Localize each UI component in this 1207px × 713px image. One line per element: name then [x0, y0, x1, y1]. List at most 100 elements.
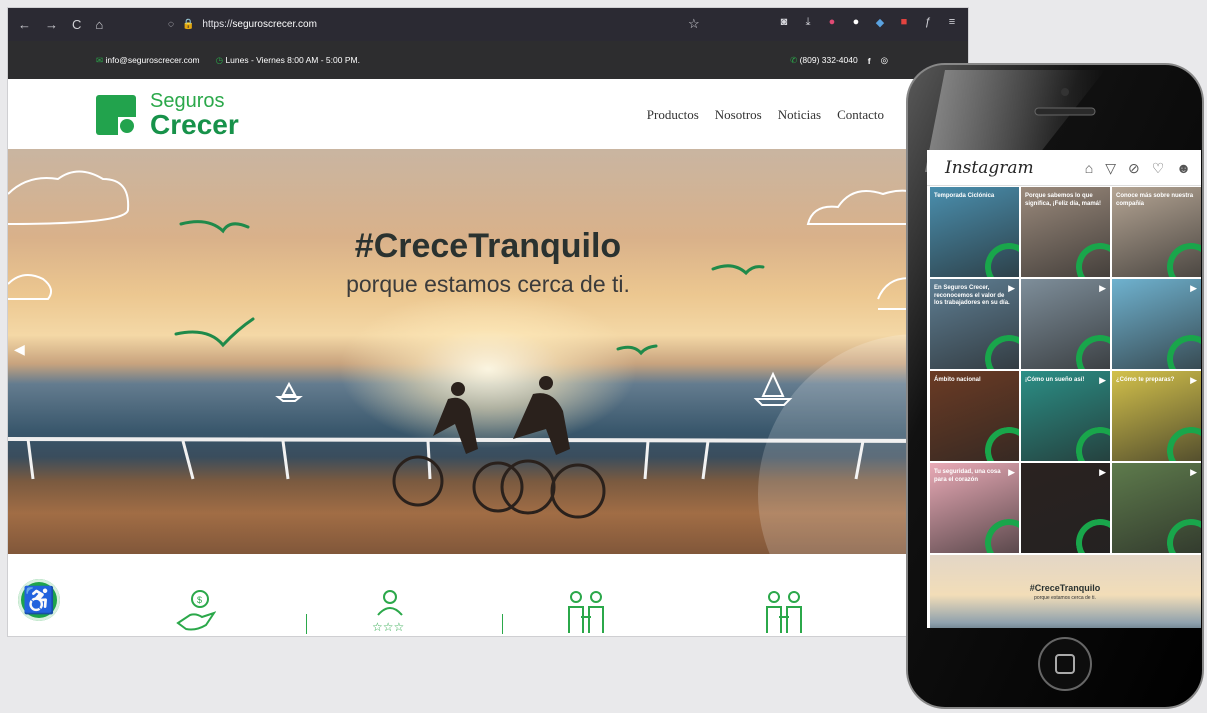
bookmark-star-icon[interactable]: ☆: [688, 16, 700, 32]
home-button-icon: [1038, 637, 1092, 691]
heart-icon[interactable]: ♡: [1152, 160, 1165, 177]
video-play-icon: ▶: [1190, 375, 1197, 385]
instagram-post[interactable]: En Seguros Crecer, reconocemos el valor …: [930, 279, 1019, 369]
contact-topbar: ✉ info@seguroscrecer.com ◷ Lunes - Viern…: [8, 41, 968, 79]
handshake-people-icon: [568, 591, 604, 633]
brand-arc: [981, 331, 1019, 369]
url-bar[interactable]: ◌ 🔒 https://seguroscrecer.com: [168, 14, 718, 35]
info-extension-icon[interactable]: ●: [850, 16, 862, 29]
brand-arc: [1163, 423, 1201, 461]
brand-arc: [981, 239, 1019, 277]
menu-noticias[interactable]: Noticias: [778, 107, 821, 123]
seguros-crecer-logo-icon[interactable]: [96, 95, 136, 135]
post-caption: ¿Cómo te preparas?: [1116, 377, 1175, 383]
wappalyzer-icon[interactable]: ◆: [874, 16, 886, 29]
forward-icon[interactable]: →: [45, 17, 58, 32]
rating-person-icon: ☆☆☆: [372, 590, 404, 634]
extensions-area: ◙ ⤓ ● ● ◆ ■ ƒ ≡: [778, 16, 958, 29]
clock-icon: ◷: [215, 55, 224, 65]
lock-icon: 🔒: [181, 19, 195, 30]
hero-subtitle: porque estamos cerca de ti.: [346, 271, 630, 297]
accessibility-button[interactable]: ♿: [18, 579, 60, 621]
post-caption: Tu seguridad, una cosa para el corazón: [934, 469, 1001, 483]
instagram-icon[interactable]: ◎: [881, 55, 888, 66]
instagram-post[interactable]: Tu seguridad, una cosa para el corazón ▶: [930, 463, 1019, 553]
partners-icon: [766, 591, 802, 633]
color-extension-icon[interactable]: ●: [826, 16, 838, 29]
instagram-post[interactable]: Ámbito nacional: [930, 371, 1019, 461]
menu-icon[interactable]: ≡: [946, 16, 958, 29]
pdf-extension-icon[interactable]: ■: [898, 16, 910, 29]
brand-arc: [981, 515, 1019, 553]
slider-prev-icon[interactable]: ◀: [14, 341, 25, 358]
instagram-post[interactable]: Conoce más sobre nuestra compañía: [1112, 187, 1201, 277]
video-play-icon: ▶: [1190, 467, 1197, 477]
function-extension-icon[interactable]: ƒ: [922, 16, 934, 29]
topbar-hours: Lunes - Viernes 8:00 AM - 5:00 PM.: [225, 55, 360, 65]
hero-illustration: [8, 170, 968, 554]
topbar-phone[interactable]: (809) 332-4040: [800, 55, 858, 65]
featured-subtitle: porque estamos cerca de ti.: [1034, 595, 1096, 601]
post-caption: Ámbito nacional: [934, 377, 981, 383]
phone-camera-icon: [1061, 88, 1069, 96]
brand-arc: [1072, 331, 1110, 369]
send-icon[interactable]: ▽: [1105, 160, 1116, 177]
brand-arc: [1072, 515, 1110, 553]
brand-arc: [1072, 423, 1110, 461]
post-caption: ¡Cómo un sueño así!: [1025, 377, 1085, 383]
topbar-email[interactable]: info@seguroscrecer.com: [106, 55, 200, 65]
svg-text:☆☆☆: ☆☆☆: [372, 620, 404, 634]
phone-speaker: [1034, 107, 1096, 116]
video-play-icon: ▶: [1008, 467, 1015, 477]
brand-arc: [981, 423, 1019, 461]
video-play-icon: ▶: [1008, 283, 1015, 293]
main-menu: Productos Nosotros Noticias Contacto: [647, 107, 884, 123]
brand-arc: [1163, 239, 1201, 277]
instagram-post[interactable]: ▶: [1112, 463, 1201, 553]
featured-title: #CreceTranquilo: [1029, 583, 1101, 593]
video-play-icon: ▶: [1099, 375, 1106, 385]
instagram-post-featured[interactable]: #CreceTranquilo porque estamos cerca de t…: [930, 555, 1201, 628]
cyclists: [433, 376, 570, 455]
feature-divider: [306, 614, 307, 634]
mail-icon: ✉: [96, 55, 104, 65]
brand-arc: [1072, 239, 1110, 277]
instagram-nav-icons: ⌂ ▽ ⊘ ♡ ☻: [1085, 160, 1191, 177]
logo-line2: Crecer: [150, 109, 239, 140]
hero-banner: #CreceTranquilo porque estamos cerca de …: [8, 149, 968, 554]
video-play-icon: ▶: [1099, 467, 1106, 477]
browser-nav: ← → C ⌂: [18, 17, 103, 32]
phone-icon: ✆: [790, 55, 798, 65]
shield-icon: ◌: [168, 19, 174, 30]
browser-toolbar: ← → C ⌂ ◌ 🔒 https://seguroscrecer.com ☆ …: [8, 8, 968, 41]
instagram-screen: Instagram ⌂ ▽ ⊘ ♡ ☻ Temporada Ciclónica P…: [927, 150, 1201, 628]
menu-contacto[interactable]: Contacto: [837, 107, 884, 123]
instagram-post[interactable]: ¡Cómo un sueño así! ▶: [1021, 371, 1110, 461]
menu-nosotros[interactable]: Nosotros: [715, 107, 762, 123]
reload-icon[interactable]: C: [72, 17, 81, 32]
site-header: Seguros Crecer Productos Nosotros Notici…: [8, 79, 968, 149]
instagram-topbar: Instagram ⌂ ▽ ⊘ ♡ ☻: [927, 150, 1201, 186]
instagram-post[interactable]: ▶: [1021, 279, 1110, 369]
download-icon[interactable]: ⤓: [802, 16, 814, 29]
instagram-post[interactable]: Temporada Ciclónica: [930, 187, 1019, 277]
instagram-post[interactable]: ▶: [1112, 279, 1201, 369]
explore-icon[interactable]: ⊘: [1128, 160, 1140, 177]
back-icon[interactable]: ←: [18, 17, 31, 32]
menu-productos[interactable]: Productos: [647, 107, 699, 123]
facebook-icon[interactable]: f: [868, 56, 871, 66]
home-icon[interactable]: ⌂: [1085, 160, 1093, 177]
post-caption: Temporada Ciclónica: [934, 193, 995, 199]
instagram-post[interactable]: Porque sabemos lo que significa, ¡Feliz …: [1021, 187, 1110, 277]
brand-arc: [1163, 515, 1201, 553]
home-icon[interactable]: ⌂: [95, 17, 103, 32]
profile-avatar-icon[interactable]: ☻: [1176, 160, 1191, 177]
pocket-icon[interactable]: ◙: [778, 16, 790, 29]
instagram-post[interactable]: ¿Cómo te preparas? ▶: [1112, 371, 1201, 461]
post-caption: Porque sabemos lo que significa, ¡Feliz …: [1025, 193, 1102, 207]
url-host: seguroscrecer.com: [232, 19, 317, 30]
instagram-post[interactable]: ▶: [1021, 463, 1110, 553]
svg-text:$: $: [197, 595, 202, 605]
features-strip: ♿ $ ☆☆☆: [8, 554, 968, 636]
post-caption: En Seguros Crecer, reconocemos el valor …: [934, 285, 1010, 306]
